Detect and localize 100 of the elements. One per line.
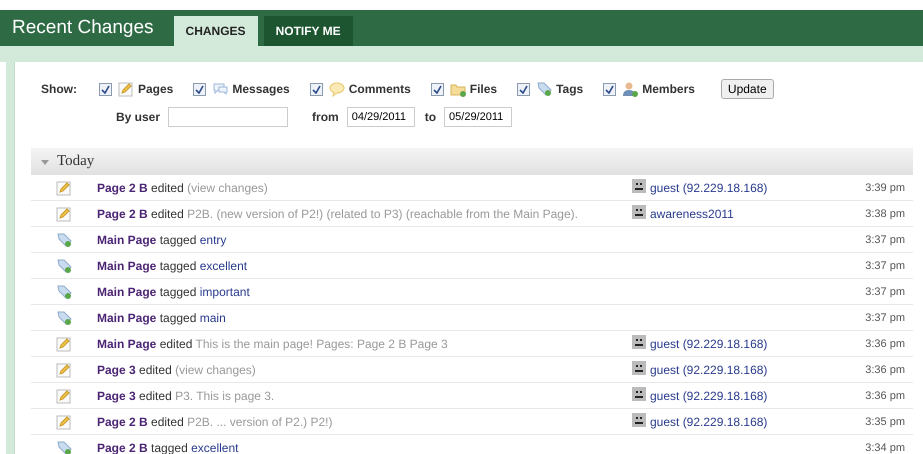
action-text: edited [160,336,192,350]
action-text: edited [151,206,184,220]
change-summary: P2B. (new version of P2!) (related to P3) (reachable from the Main Page). [187,206,578,220]
tab[interactable]: NOTIFY ME [264,16,353,46]
timestamp: 3:36 pm [865,338,906,350]
page-link[interactable]: Page 2 B [97,180,148,194]
action-text: tagged [160,284,196,298]
tag-icon [56,310,72,326]
group-header[interactable]: Today [31,148,913,175]
action-text: tagged [160,232,196,246]
avatar-icon [632,413,646,427]
timestamp: 3:37 pm [865,260,906,272]
page-link[interactable]: Main Page [97,258,156,272]
pencil-icon [56,388,72,404]
tag-link[interactable]: excellent [200,258,248,272]
timestamp: 3:34 pm [865,442,906,454]
action-text: edited [151,180,184,194]
avatar-icon [632,335,646,349]
action-text: edited [139,388,172,402]
pencil-icon [56,336,72,352]
date-field[interactable]: 04/29/2011 [346,107,415,127]
filter-label: Show: [41,82,78,96]
avatar-icon [632,205,646,219]
check-icon [432,84,442,94]
user-link[interactable]: guest (92.229.18.168) [650,336,768,350]
tag-link[interactable]: entry [200,232,226,246]
pencil-icon [118,81,134,97]
action-text: tagged [151,440,188,454]
timestamp: 3:37 pm [865,312,906,324]
action-text: edited [139,362,172,376]
tag-icon [56,232,72,248]
speech-bubble-icon [328,81,345,97]
filter-option[interactable]: Pages [138,82,174,96]
user-link[interactable]: guest (92.229.18.168) [650,362,768,376]
checkbox[interactable] [517,82,530,96]
user-field[interactable] [168,107,288,127]
tag-icon [56,440,72,454]
pencil-icon [56,414,72,430]
page-link[interactable]: Main Page [97,310,156,324]
action-text: edited [151,414,184,428]
checkbox[interactable] [310,82,323,96]
checkbox[interactable] [193,82,206,96]
avatar-icon [632,361,646,375]
action-text: tagged [160,310,196,324]
filter-option[interactable]: Comments [348,82,411,96]
checkbox[interactable] [99,82,112,96]
user-label: By user [116,110,160,124]
timestamp: 3:39 pm [865,182,906,194]
page-title: Recent Changes [12,17,154,39]
avatar-icon [632,387,646,401]
change-summary: P3. This is page 3. [175,388,274,402]
filter-option[interactable]: Members [642,82,695,96]
pencil-icon [56,362,72,378]
group-title: Today [57,153,94,170]
timestamp: 3:36 pm [865,390,906,402]
avatar-icon [632,179,646,193]
checkbox[interactable] [430,82,444,96]
date-field[interactable]: 05/29/2011 [444,107,512,127]
tag-link[interactable]: important [200,284,250,298]
checkbox[interactable] [603,82,616,96]
change-summary: (view changes) [187,180,268,194]
check-icon [195,84,204,94]
change-summary: (view changes) [175,362,256,376]
tab[interactable]: CHANGES [174,16,258,46]
tag-icon [56,258,72,274]
filter-option[interactable]: Tags [556,82,584,96]
timestamp: 3:38 pm [865,208,906,220]
page-link[interactable]: Page 2 B [97,206,148,220]
page-link[interactable]: Page 3 [97,388,136,402]
timestamp: 3:36 pm [865,364,906,376]
action-text: tagged [160,258,196,272]
tag-icon [536,81,552,97]
change-summary: P2B. ... version of P2.) P2!) [187,414,332,428]
pencil-icon [56,180,72,196]
user-link[interactable]: guest (92.229.18.168) [650,180,768,194]
page-link[interactable]: Main Page [97,284,156,298]
update-button[interactable]: Update [720,79,774,99]
filter-option[interactable]: Messages [232,82,290,96]
page-link[interactable]: Page 3 [97,362,136,376]
check-icon [101,84,110,94]
page-link[interactable]: Main Page [97,232,156,246]
timestamp: 3:37 pm [865,286,906,298]
change-summary: This is the main page! Pages: Page 2 B Page 3 [196,336,448,350]
page-link[interactable]: Main Page [97,336,156,350]
user-link[interactable]: awareness2011 [650,206,734,220]
page-link[interactable]: Page 2 B [97,440,148,454]
user-link[interactable]: guest (92.229.18.168) [650,388,768,402]
user-link[interactable]: guest (92.229.18.168) [650,414,768,428]
timestamp: 3:35 pm [865,416,906,428]
from-label: from [312,110,339,124]
pencil-icon [56,206,72,222]
timestamp: 3:37 pm [865,234,906,246]
tag-icon [56,284,72,300]
tag-link[interactable]: main [200,310,226,324]
page-link[interactable]: Page 2 B [97,414,148,428]
check-icon [312,84,321,94]
check-icon [519,84,528,94]
to-label: to [424,110,436,124]
filter-option[interactable]: Files [470,82,498,96]
tag-link[interactable]: excellent [191,440,238,454]
